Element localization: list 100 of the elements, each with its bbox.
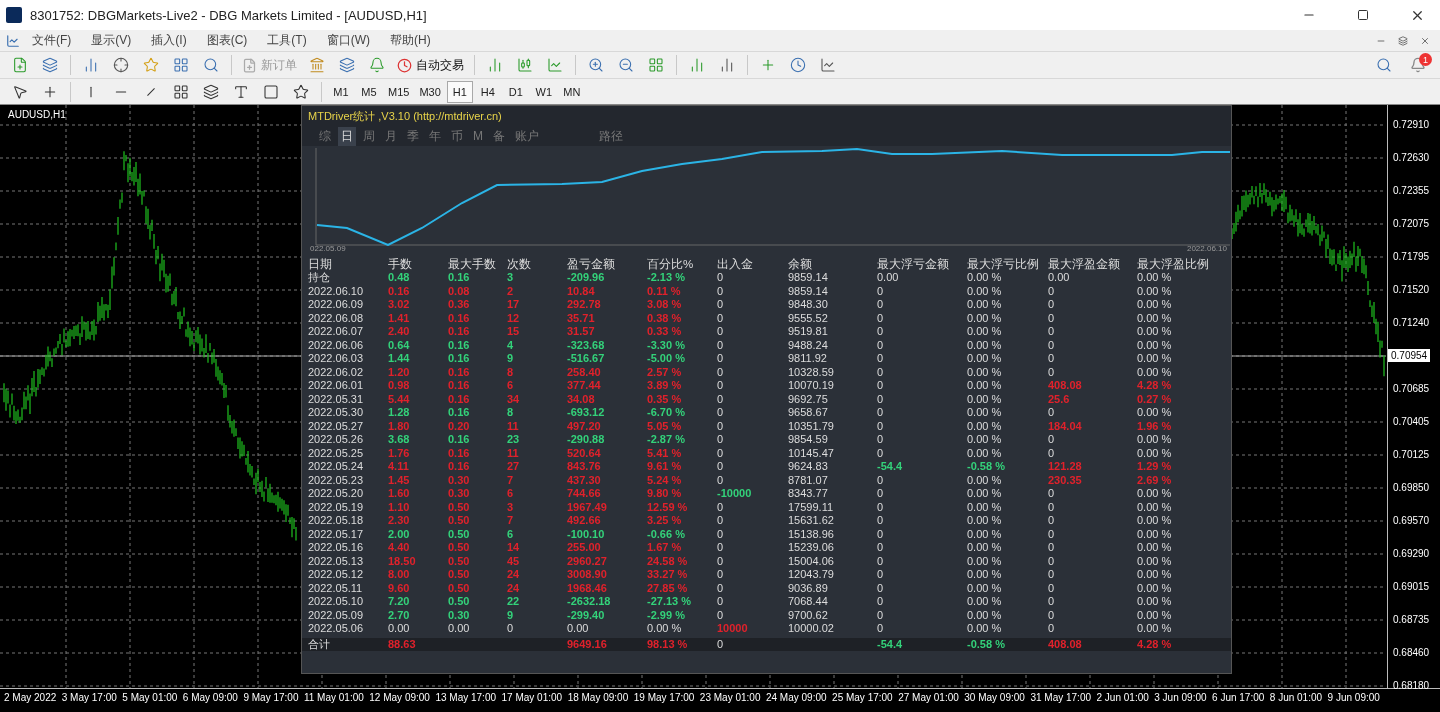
square-icon[interactable] — [263, 83, 279, 100]
table-cell-text: 10145.47 — [788, 446, 835, 461]
table-cell-text: 0 — [877, 419, 885, 434]
table-cell-text: 0.00 % — [1137, 298, 1173, 312]
table-cell-text: 0 — [717, 433, 725, 447]
star-icon[interactable] — [143, 57, 159, 74]
column-header: 盈亏金额 — [567, 257, 616, 272]
table-cell-text: 12 — [507, 311, 521, 326]
table-cell-text: 0.00 % — [967, 311, 1003, 326]
timeframe-button[interactable]: W1 — [530, 80, 557, 103]
clock-icon[interactable] — [790, 57, 806, 74]
timeframe-button[interactable]: H4 — [474, 80, 501, 103]
table-cell-text: 0 — [1048, 514, 1056, 528]
table-cell-text: 0 — [1048, 406, 1056, 420]
text-icon[interactable] — [233, 83, 249, 100]
search-icon[interactable] — [1376, 57, 1392, 74]
table-cell-text: 0.16 — [448, 392, 471, 407]
menu-item[interactable]: 图表(C) — [198, 30, 256, 51]
menu-item[interactable]: 插入(I) — [143, 30, 195, 51]
table-cell-text: 0 — [717, 527, 725, 542]
table-cell-text: 25.6 — [1048, 392, 1071, 407]
search-icon[interactable] — [203, 57, 219, 74]
timeframe-button[interactable]: H1 — [446, 80, 473, 103]
menu-item[interactable]: 窗口(W) — [318, 30, 378, 51]
table-cell-text: 10351.79 — [788, 419, 835, 434]
table-cell-text: 2.00 — [388, 527, 411, 542]
panel-tab[interactable]: 日 — [338, 126, 356, 146]
table-cell-text: 9859.14 — [788, 284, 829, 299]
table-cell-text: 744.66 — [567, 487, 602, 501]
timeframe-button[interactable]: D1 — [502, 80, 529, 103]
candlestick-icon[interactable] — [517, 57, 533, 74]
time-label: 9 Jun 09:00 — [1327, 692, 1380, 706]
auto-trading-button[interactable]: 自动交易 — [393, 54, 468, 77]
menu-item[interactable]: 工具(T) — [259, 30, 315, 51]
table-cell-text: 0.00 % — [1137, 622, 1173, 636]
time-label: 5 May 01:00 — [122, 692, 178, 706]
table-cell-text: 0 — [717, 284, 725, 299]
star-icon[interactable] — [293, 83, 309, 100]
chart-icon[interactable] — [6, 33, 20, 48]
timeframe-button[interactable]: M5 — [356, 80, 382, 103]
time-label: 18 May 09:00 — [567, 692, 629, 706]
table-cell-text: 184.04 — [1048, 419, 1083, 434]
table-cell-text: 0 — [1048, 487, 1056, 501]
table-cell-text: 0.00 % — [1137, 568, 1173, 582]
table-cell-text: 0 — [717, 365, 725, 380]
table-cell-text: 3 — [507, 500, 515, 515]
table-cell-text: 0.00 % — [967, 338, 1003, 353]
table-cell-text: 0.00 — [877, 271, 900, 285]
timeframe-button[interactable]: M15 — [384, 80, 414, 103]
menu-item[interactable]: 文件(F) — [24, 30, 80, 51]
table-cell-text: 0.00 % — [1137, 487, 1173, 501]
bar-chart-icon[interactable] — [83, 57, 99, 74]
new-chart-icon[interactable] — [12, 57, 28, 74]
grid-icon[interactable] — [173, 57, 189, 74]
bell-icon[interactable] — [1410, 57, 1426, 74]
menu-item[interactable]: 显示(V) — [83, 30, 140, 51]
table-cell-text: 8781.07 — [788, 473, 829, 488]
table-cell-text: 0.00 % — [1137, 541, 1173, 555]
table-cell-text: 0 — [1048, 284, 1056, 299]
maximize-icon[interactable] — [1357, 9, 1369, 21]
layers-icon[interactable] — [203, 83, 219, 100]
table-cell-text: 0 — [877, 446, 885, 461]
zoom-in-icon[interactable] — [588, 57, 604, 74]
table-cell-text: 15004.06 — [788, 554, 835, 569]
line-chart-icon[interactable] — [820, 57, 836, 74]
table-cell-text: 843.76 — [567, 460, 602, 474]
table-cell-text: 0.00 % — [1137, 581, 1173, 596]
grid-icon[interactable] — [173, 83, 189, 100]
table-cell-text: 3.89 % — [647, 379, 683, 393]
timeframe-button[interactable]: M30 — [415, 80, 445, 103]
layers-icon[interactable] — [42, 57, 58, 74]
table-cell-text: 0 — [1048, 338, 1056, 353]
bar-chart-icon[interactable] — [487, 57, 503, 74]
table-cell-text: 0 — [877, 392, 885, 407]
table-cell-text: 0.16 — [448, 433, 471, 447]
layers-icon[interactable] — [339, 57, 355, 74]
table-cell-text: 1.76 — [388, 446, 411, 461]
table-cell-text: 0.30 — [448, 473, 471, 488]
table-cell-text: -2.99 % — [647, 608, 686, 623]
menu-item[interactable]: 帮助(H) — [382, 30, 439, 51]
table-cell-text: 0.00 % — [967, 500, 1003, 515]
bank-icon[interactable] — [309, 57, 325, 74]
table-cell-text: 0.00 % — [967, 487, 1003, 501]
bar-chart-icon[interactable] — [719, 57, 735, 74]
zoom-out-icon[interactable] — [618, 57, 634, 74]
timeframe-button[interactable]: MN — [558, 80, 585, 103]
crosshair-icon[interactable] — [113, 57, 129, 74]
bell-icon[interactable] — [369, 57, 385, 74]
bar-chart-icon[interactable] — [689, 57, 705, 74]
table-cell-text: -2.87 % — [647, 433, 686, 447]
cursor-icon[interactable] — [12, 83, 28, 100]
table-cell-text: 0 — [877, 379, 885, 393]
line-chart-icon[interactable] — [547, 57, 563, 74]
time-label: 12 May 09:00 — [369, 692, 430, 706]
table-cell-text: 0.00 % — [1137, 406, 1173, 420]
current-price-label: 0.70954 — [1388, 349, 1431, 363]
table-cell-text: 0.16 — [448, 460, 471, 474]
column-header: 手数 — [388, 257, 413, 272]
timeframe-button[interactable]: M1 — [328, 80, 354, 103]
table-cell-text: 0.00 — [567, 622, 590, 636]
